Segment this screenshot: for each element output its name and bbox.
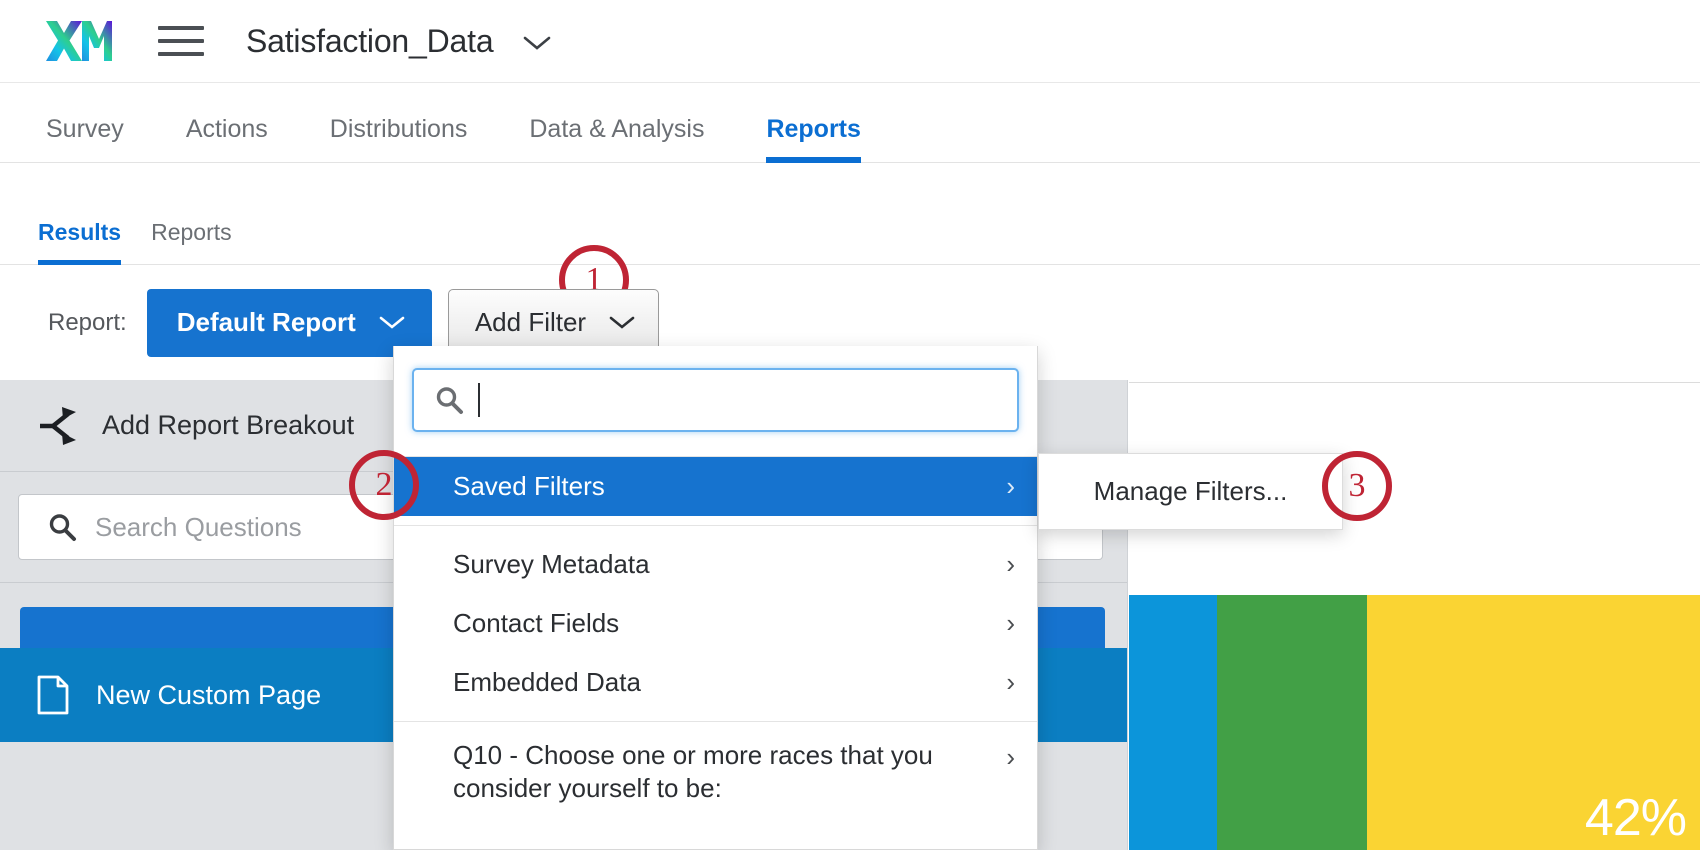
chevron-right-icon: ›: [1006, 667, 1015, 698]
chevron-down-icon[interactable]: [522, 34, 552, 52]
add-filter-button-label: Add Filter: [475, 307, 586, 338]
chevron-down-icon: [378, 314, 406, 331]
top-bar: Satisfaction_Data: [0, 0, 1700, 83]
search-icon: [434, 385, 464, 415]
filter-item-saved-filters[interactable]: Saved Filters ›: [394, 457, 1037, 516]
filter-item-label: Contact Fields: [453, 608, 619, 639]
filter-item-label: Saved Filters: [453, 471, 605, 502]
chevron-right-icon: ›: [1006, 549, 1015, 580]
filter-search-input[interactable]: [412, 368, 1019, 432]
filter-item-survey-metadata[interactable]: Survey Metadata ›: [394, 535, 1037, 594]
manage-filters-menu-item[interactable]: Manage Filters...: [1094, 476, 1288, 507]
filter-item-label: Survey Metadata: [453, 549, 650, 580]
page-document-icon: [36, 675, 70, 715]
filter-dropdown-divider: [394, 721, 1037, 722]
search-questions-placeholder: Search Questions: [95, 512, 302, 543]
hamburger-menu-icon[interactable]: [158, 24, 204, 58]
new-custom-page-label: New Custom Page: [96, 680, 321, 711]
app-root: Satisfaction_Data Survey Actions Distrib…: [0, 0, 1700, 850]
project-title[interactable]: Satisfaction_Data: [246, 23, 552, 60]
nav-tab-data-analysis[interactable]: Data & Analysis: [529, 115, 704, 162]
chevron-right-icon: ›: [1006, 608, 1015, 639]
filter-item-label: Q10 - Choose one or more races that you …: [453, 739, 988, 806]
chevron-right-icon: ›: [1006, 471, 1015, 502]
xm-logo[interactable]: [44, 19, 112, 63]
report-label: Report:: [48, 309, 127, 337]
report-main-pane: 42%: [1129, 380, 1700, 850]
chart-bar-segment: 42%: [1367, 595, 1700, 850]
annotation-badge-2: 2: [349, 450, 419, 520]
nav-tab-actions[interactable]: Actions: [186, 115, 268, 162]
subnav-tab-results[interactable]: Results: [38, 219, 121, 264]
annotation-badge-3: 3: [1322, 451, 1392, 521]
stacked-bar-chart-preview: 42%: [1129, 595, 1700, 850]
saved-filters-submenu: Manage Filters...: [1038, 453, 1343, 530]
filter-item-label: Embedded Data: [453, 667, 641, 698]
nav-tab-reports[interactable]: Reports: [766, 115, 860, 162]
search-icon: [47, 512, 77, 542]
default-report-button-label: Default Report: [177, 307, 356, 338]
add-report-breakout-label: Add Report Breakout: [102, 410, 354, 441]
project-title-text: Satisfaction_Data: [246, 23, 493, 59]
nav-tab-distributions[interactable]: Distributions: [330, 115, 468, 162]
filter-item-q10[interactable]: Q10 - Choose one or more races that you …: [394, 731, 1037, 806]
chart-bar-segment: [1129, 595, 1217, 850]
sub-navigation: Results Reports: [0, 163, 1700, 265]
chevron-down-icon: [608, 314, 636, 331]
main-navigation: Survey Actions Distributions Data & Anal…: [0, 83, 1700, 163]
add-filter-dropdown: Saved Filters › Survey Metadata › Contac…: [393, 346, 1038, 850]
subnav-tab-reports[interactable]: Reports: [151, 219, 232, 264]
filter-dropdown-divider: [394, 525, 1037, 526]
chevron-right-icon: ›: [1006, 739, 1015, 774]
breakout-branch-icon: [38, 407, 80, 445]
chart-bar-value-label: 42%: [1585, 788, 1686, 848]
nav-tab-survey[interactable]: Survey: [46, 115, 124, 162]
filter-item-embedded-data[interactable]: Embedded Data ›: [394, 653, 1037, 712]
text-cursor: [478, 383, 480, 417]
default-report-button[interactable]: Default Report: [147, 289, 432, 357]
filter-item-contact-fields[interactable]: Contact Fields ›: [394, 594, 1037, 653]
chart-bar-segment: [1217, 595, 1367, 850]
main-pane-divider: [1129, 382, 1700, 383]
